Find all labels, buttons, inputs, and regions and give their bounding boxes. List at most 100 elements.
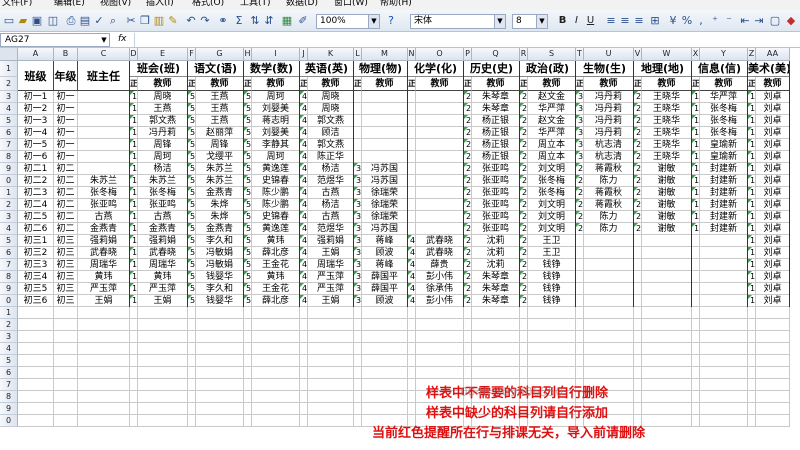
periods-cell[interactable] <box>408 175 416 187</box>
periods-cell[interactable]: 4 <box>300 187 308 199</box>
menu-item[interactable]: 帮助(H) <box>380 0 412 8</box>
teacher-cell[interactable]: 刘卓 <box>756 259 790 271</box>
periods-cell[interactable] <box>354 91 362 103</box>
teacher-cell[interactable]: 张冬梅 <box>138 187 188 199</box>
empty-cell[interactable] <box>308 367 354 379</box>
periods-cell[interactable]: 4 <box>300 115 308 127</box>
periods-cell[interactable]: 4 <box>300 127 308 139</box>
periods-cell[interactable]: 2 <box>464 115 472 127</box>
empty-cell[interactable] <box>408 355 416 367</box>
teacher-cell[interactable]: 王晓华 <box>642 115 692 127</box>
empty-cell[interactable] <box>244 319 252 331</box>
empty-cell[interactable] <box>354 415 362 427</box>
teacher-cell[interactable] <box>700 271 748 283</box>
periods-cell[interactable]: 2 <box>576 187 584 199</box>
empty-cell[interactable] <box>196 391 244 403</box>
head-teacher-cell[interactable]: 严玉萍 <box>78 283 130 295</box>
empty-cell[interactable] <box>252 415 300 427</box>
teacher-cell[interactable]: 史锦春 <box>252 175 300 187</box>
empty-cell[interactable] <box>416 331 464 343</box>
periods-cell[interactable]: 4 <box>300 91 308 103</box>
periods-cell[interactable]: 2 <box>464 211 472 223</box>
teacher-cell[interactable]: 金燕青 <box>196 223 244 235</box>
empty-cell[interactable] <box>642 391 692 403</box>
teacher-cell[interactable]: 朱苏兰 <box>138 175 188 187</box>
empty-cell[interactable] <box>354 331 362 343</box>
empty-cell[interactable] <box>408 391 416 403</box>
periods-cell[interactable] <box>408 223 416 235</box>
empty-cell[interactable] <box>634 355 642 367</box>
teacher-cell[interactable]: 张冬梅 <box>700 103 748 115</box>
teacher-cell[interactable]: 沈莉 <box>472 235 520 247</box>
empty-cell[interactable] <box>138 391 188 403</box>
merge-center-icon[interactable]: ⊞ <box>648 14 662 28</box>
periods-cell[interactable]: 4 <box>300 283 308 295</box>
empty-cell[interactable] <box>642 415 692 427</box>
teacher-cell[interactable]: 武春晓 <box>416 247 464 259</box>
teacher-cell[interactable]: 周晓 <box>308 91 354 103</box>
empty-cell[interactable] <box>692 331 700 343</box>
empty-cell[interactable] <box>308 307 354 319</box>
empty-cell[interactable] <box>188 403 196 415</box>
align-left-icon[interactable]: ≡ <box>604 14 618 28</box>
empty-cell[interactable] <box>54 343 78 355</box>
empty-cell[interactable] <box>252 379 300 391</box>
teacher-cell[interactable]: 王金花 <box>252 259 300 271</box>
periods-cell[interactable] <box>576 259 584 271</box>
periods-cell[interactable] <box>576 235 584 247</box>
periods-cell[interactable] <box>692 283 700 295</box>
column-header[interactable]: Y <box>700 48 748 61</box>
teacher-cell[interactable]: 王卫 <box>528 235 576 247</box>
empty-cell[interactable] <box>196 403 244 415</box>
empty-cell[interactable] <box>408 343 416 355</box>
hyperlink-icon[interactable]: ⚭ <box>216 14 230 28</box>
empty-cell[interactable] <box>300 343 308 355</box>
head-teacher-cell[interactable]: 黄玮 <box>78 271 130 283</box>
class-cell[interactable]: 初三4 <box>18 271 54 283</box>
periods-cell[interactable]: 2 <box>634 211 642 223</box>
teacher-cell[interactable] <box>642 271 692 283</box>
empty-cell[interactable] <box>416 355 464 367</box>
teacher-cell[interactable]: 王晓华 <box>642 103 692 115</box>
teacher-cell[interactable]: 封建新 <box>700 163 748 175</box>
empty-cell[interactable] <box>78 379 130 391</box>
teacher-cell[interactable]: 刘婴美 <box>252 103 300 115</box>
autosum-icon[interactable]: Σ <box>232 14 246 28</box>
teacher-cell[interactable]: 刘卓 <box>756 223 790 235</box>
teacher-cell[interactable]: 武春晓 <box>416 235 464 247</box>
teacher-cell[interactable]: 郭文燕 <box>308 115 354 127</box>
teacher-cell[interactable]: 王晓华 <box>642 151 692 163</box>
empty-cell[interactable] <box>354 379 362 391</box>
periods-cell[interactable] <box>354 139 362 151</box>
teacher-cell[interactable]: 周锋 <box>138 139 188 151</box>
empty-cell[interactable] <box>130 319 138 331</box>
teacher-cell[interactable]: 刘卓 <box>756 199 790 211</box>
periods-cell[interactable]: 1 <box>130 187 138 199</box>
teacher-cell[interactable]: 刘卓 <box>756 295 790 307</box>
empty-cell[interactable] <box>78 331 130 343</box>
periods-cell[interactable]: 3 <box>354 247 362 259</box>
empty-cell[interactable] <box>244 403 252 415</box>
periods-cell[interactable]: 1 <box>130 247 138 259</box>
empty-cell[interactable] <box>300 355 308 367</box>
redo-icon[interactable]: ↷ <box>198 14 212 28</box>
periods-cell[interactable]: 2 <box>464 175 472 187</box>
periods-cell[interactable] <box>576 283 584 295</box>
teacher-cell[interactable]: 蒋霞秋 <box>584 163 634 175</box>
periods-cell[interactable]: 5 <box>188 235 196 247</box>
periods-cell[interactable]: 5 <box>188 259 196 271</box>
head-teacher-cell[interactable]: 金燕青 <box>78 223 130 235</box>
periods-cell[interactable]: 2 <box>520 199 528 211</box>
teacher-cell[interactable]: 王燕 <box>196 103 244 115</box>
teacher-cell[interactable]: 郭文燕 <box>138 115 188 127</box>
teacher-cell[interactable]: 郭文燕 <box>308 139 354 151</box>
teacher-cell[interactable]: 薛北彦 <box>252 247 300 259</box>
periods-cell[interactable]: 5 <box>244 115 252 127</box>
italic-button[interactable]: I <box>570 14 583 28</box>
row-header[interactable]: 7 <box>0 139 18 151</box>
empty-cell[interactable] <box>196 379 244 391</box>
teacher-cell[interactable] <box>362 127 408 139</box>
font-select[interactable]: 宋体 ▼ <box>410 14 506 29</box>
teacher-cell[interactable]: 谢敏 <box>642 163 692 175</box>
head-teacher-cell[interactable]: 古燕 <box>78 211 130 223</box>
